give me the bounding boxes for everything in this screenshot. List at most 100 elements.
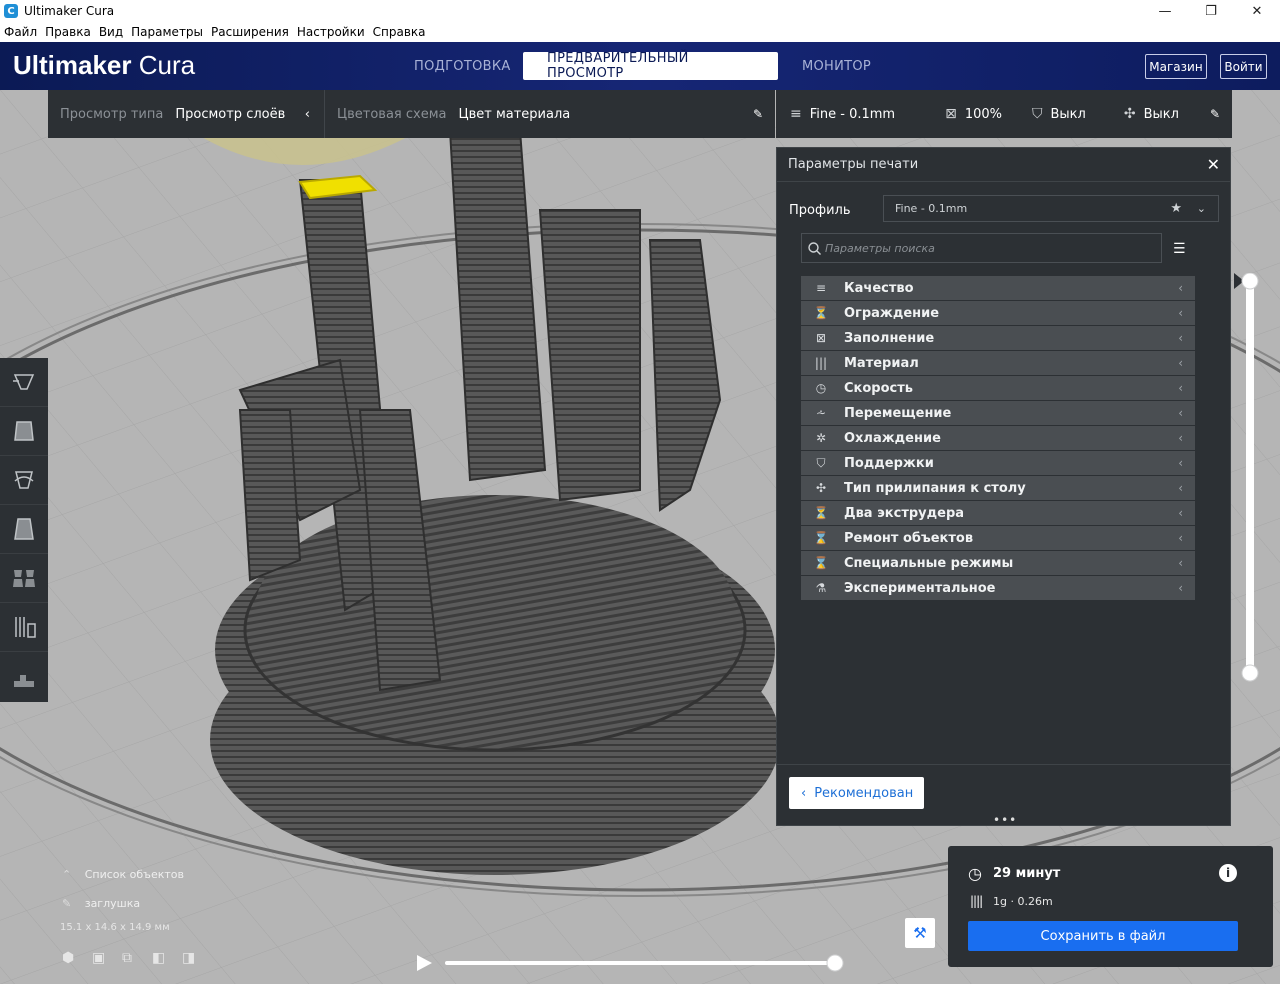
rotate-icon [14,471,34,489]
settings-visibility-menu-icon[interactable]: ☰ [1173,241,1186,257]
quality-icon: ≡ [790,106,802,122]
category-infill[interactable]: ⊠ Заполнение ‹ [801,326,1195,350]
move-tool-button[interactable] [0,358,48,407]
marketplace-button[interactable]: Магазин [1145,54,1207,79]
scale-tool-button[interactable] [0,407,48,456]
close-window-button[interactable]: ✕ [1234,0,1280,22]
category-material[interactable]: ||| Материал ‹ [801,351,1195,375]
chevron-up-icon: ⌃ [62,868,72,881]
view-left-icon[interactable]: ◧ [152,950,182,966]
print-details-tools-icon[interactable]: ⚒ [905,918,935,948]
sign-in-button[interactable]: Войти [1220,54,1267,79]
category-adhesion[interactable]: ✣ Тип прилипания к столу ‹ [801,476,1195,500]
mirror-icon [14,518,34,540]
chevron-left-icon: ‹ [1178,356,1183,370]
profile-summary-value: Fine - 0.1mm [809,106,896,122]
menu-settings[interactable]: Параметры [131,25,203,39]
layer-slider-track [1234,273,1259,682]
color-scheme-label: Цветовая схема [337,106,447,122]
object-list-toggle[interactable]: ⌃ Список объектов [62,868,184,881]
menu-edit[interactable]: Правка [45,25,91,39]
minimize-button[interactable]: — [1142,0,1188,22]
cura-logo-icon: C [4,4,18,18]
tab-preview[interactable]: ПРЕДВАРИТЕЛЬНЫЙ ПРОСМОТР [523,51,778,81]
category-cooling[interactable]: ✲ Охлаждение ‹ [801,426,1195,450]
save-to-file-button[interactable]: Сохранить в файл [968,921,1238,951]
move-icon [13,374,35,390]
print-time: 29 минут [993,866,1061,881]
category-experimental[interactable]: ⚗ Экспериментальное ‹ [801,576,1195,600]
mesh-fix-icon: ⌛ [813,531,829,545]
chevron-left-icon: ‹ [1178,506,1183,520]
stage-tabs: ПОДГОТОВКА ПРЕДВАРИТЕЛЬНЫЙ ПРОСМОТР МОНИ… [390,51,908,81]
print-setup-selector[interactable]: ≡ Fine - 0.1mm ⊠ 100% ⛉ Выкл ✣ Выкл ✎ [776,90,1232,138]
panel-divider [777,764,1230,765]
menu-help[interactable]: Справка [373,25,426,39]
travel-icon: ⩪ [815,406,827,420]
color-scheme-value: Цвет материала [458,106,571,122]
profile-label: Профиль [789,203,851,218]
rotate-tool-button[interactable] [0,456,48,505]
menu-file[interactable]: Файл [4,25,37,39]
view-front-icon[interactable]: ▣ [92,950,122,966]
special-modes-icon: ⌛ [813,556,829,570]
category-quality[interactable]: ≡ Качество ‹ [801,276,1195,300]
profile-dropdown-value: Fine - 0.1mm [895,202,968,215]
star-icon[interactable]: ★ [1170,201,1182,216]
adhesion-summary: ✣ Выкл [1124,106,1179,122]
category-mesh-fixes[interactable]: ⌛ Ремонт объектов ‹ [801,526,1195,550]
path-slider-track [417,954,844,972]
resize-handle[interactable]: ••• [993,813,1017,827]
maximize-button[interactable]: ❐ [1188,0,1234,22]
tab-prepare[interactable]: ПОДГОТОВКА [390,52,510,80]
window-controls: — ❐ ✕ [1142,0,1280,22]
search-icon [808,241,821,255]
experimental-icon: ⚗ [815,581,827,595]
view-3d-icon[interactable]: ⬢ [62,950,92,966]
chevron-left-icon: ‹ [1178,431,1183,445]
adhesion-icon: ✣ [1123,106,1136,122]
material-icon: ||| [814,356,828,370]
menu-extensions[interactable]: Расширения [211,25,289,39]
mirror-tool-button[interactable] [0,505,48,554]
chevron-left-icon: ‹ [304,106,310,122]
chevron-left-icon: ‹ [801,785,807,801]
settings-category-list: ≡ Качество ‹ ⏳ Ограждение ‹ ⊠ Заполнение ‹ |||… [801,276,1195,601]
settings-search-input[interactable] [825,241,1155,255]
infill-summary-value: 100% [964,106,1002,122]
dual-extruder-icon: ⏳ [813,506,829,520]
panel-title: Параметры печати [777,148,1230,182]
category-dual-extrusion[interactable]: ⏳ Два экструдера ‹ [801,501,1195,525]
per-model-settings-button[interactable] [0,554,48,603]
path-slider[interactable] [410,950,850,976]
layer-tool-button[interactable] [0,652,48,701]
info-icon[interactable]: i [1219,864,1237,882]
tab-monitor[interactable]: МОНИТОР [778,52,908,80]
category-shell[interactable]: ⏳ Ограждение ‹ [801,301,1195,325]
support-icon: ⛉ [1031,106,1043,122]
close-icon[interactable]: ✕ [1207,155,1220,174]
color-scheme-selector[interactable]: Цветовая схема Цвет материала ✎ [325,90,775,138]
pencil-icon: ✎ [62,897,72,910]
scale-icon [14,421,34,441]
infill-summary: ⊠ 100% [945,106,1002,122]
shell-icon: ⏳ [813,306,829,320]
category-speed[interactable]: ◷ Скорость ‹ [801,376,1195,400]
pencil-icon: ✎ [752,107,763,121]
support-blocker-button[interactable] [0,603,48,652]
category-special-modes[interactable]: ⌛ Специальные режимы ‹ [801,551,1195,575]
view-top-icon[interactable]: ⧉ [122,950,152,966]
adhesion-icon: ✣ [815,481,827,495]
pencil-icon: ✎ [1209,107,1220,121]
material-icon: |||| [970,894,983,908]
profile-dropdown[interactable]: Fine - 0.1mm ★ ⌄ [883,195,1219,222]
category-travel[interactable]: ⩪ Перемещение ‹ [801,401,1195,425]
recommended-mode-button[interactable]: ‹ Рекомендован [789,777,924,809]
adhesion-summary-value: Выкл [1143,106,1179,122]
menu-view[interactable]: Вид [99,25,123,39]
view-right-icon[interactable]: ◨ [182,950,212,966]
view-type-selector[interactable]: Просмотр типа Просмотр слоёв ‹ [48,90,325,138]
layer-slider[interactable] [1234,273,1268,683]
category-support[interactable]: ⛉ Поддержки ‹ [801,451,1195,475]
menu-preferences[interactable]: Настройки [297,25,365,39]
